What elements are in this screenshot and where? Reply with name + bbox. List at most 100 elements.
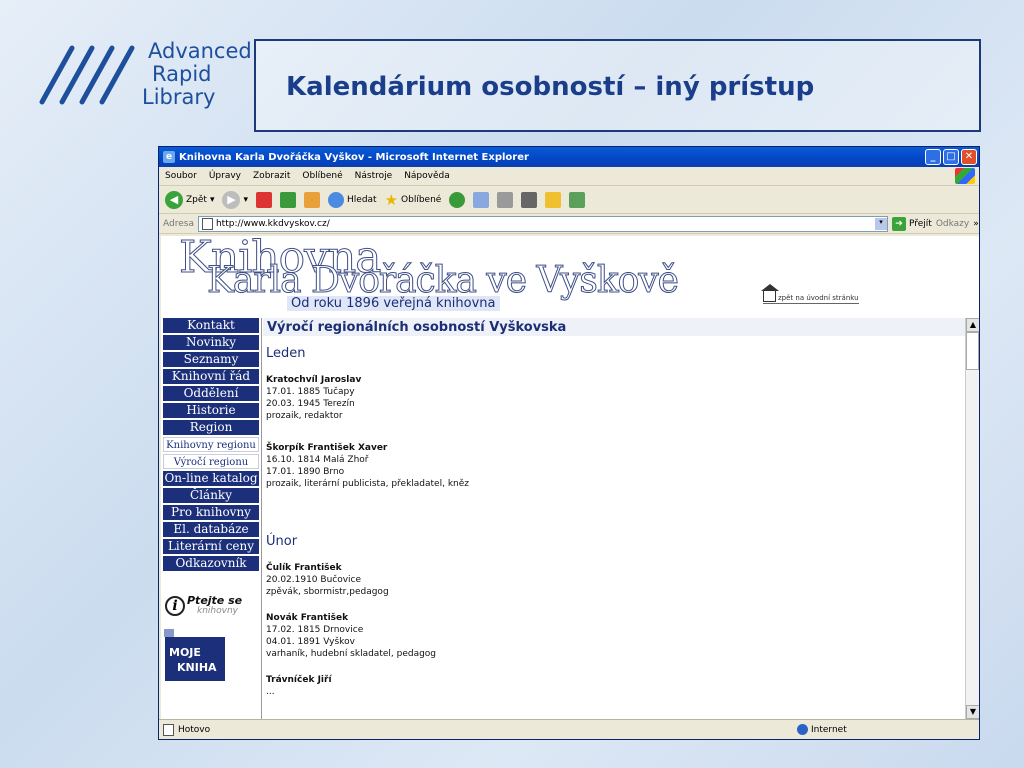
status-bar: Hotovo Internet <box>159 719 979 739</box>
person-line: 20.03. 1945 Terezín <box>266 399 355 409</box>
windows-logo-icon <box>955 168 975 184</box>
person-line: 16.10. 1814 Malá Zhoř <box>266 455 369 465</box>
ptejte-se-banner[interactable]: i Ptejte se knihovny <box>165 595 261 617</box>
nav-oddeleni[interactable]: Oddělení <box>163 386 259 401</box>
person-line: ... <box>266 687 275 697</box>
page-content: Výročí regionálních osobností Vyškovska … <box>263 318 965 719</box>
forward-button[interactable]: ▶ ▾ <box>222 190 248 209</box>
menu-napoveda[interactable]: Nápověda <box>404 171 450 181</box>
address-input[interactable]: http://www.kkdvyskov.cz/ ▾ <box>197 215 888 232</box>
scroll-down-icon[interactable]: ▼ <box>966 705 979 719</box>
scroll-up-icon[interactable]: ▲ <box>966 318 979 332</box>
moje-kniha-banner[interactable]: MOJE KNIHA <box>164 629 225 681</box>
person-line: 17.02. 1815 Drnovice <box>266 625 364 635</box>
menu-oblibene[interactable]: Oblíbené <box>302 171 342 181</box>
slide-title-box: Kalendárium osobností – iný prístup <box>254 39 981 132</box>
nav-knihovni-rad[interactable]: Knihovní řád <box>163 369 259 384</box>
arl-logo-stripes-icon <box>39 45 135 105</box>
nav-vyroci-regionu[interactable]: Výročí regionu <box>163 454 259 469</box>
nav-el-databaze[interactable]: El. databáze <box>163 522 259 537</box>
nav-pro-knihovny[interactable]: Pro knihovny <box>163 505 259 520</box>
minimize-button[interactable]: _ <box>925 149 941 165</box>
go-arrow-icon: ➔ <box>891 216 906 231</box>
page-heading: Výročí regionálních osobností Vyškovska <box>263 318 965 336</box>
toolbar: ◀ Zpět ▾ ▶ ▾ Hledat ★ Oblíbené <box>159 186 979 214</box>
person-name: Škorpík František Xaver <box>266 443 388 453</box>
nav-novinky[interactable]: Novinky <box>163 335 259 350</box>
person-line: 20.02.1910 Bučovice <box>266 575 362 585</box>
nav-kontakt[interactable]: Kontakt <box>163 318 259 333</box>
person-name: Čulík František <box>266 563 342 573</box>
home-link-label: zpět na úvodní stránku <box>778 294 859 302</box>
forward-arrow-icon: ▶ <box>222 190 241 209</box>
back-button[interactable]: ◀ Zpět ▾ <box>165 190 214 209</box>
site-title-line-2: Karla Dvořáčka ve Vyškově <box>207 260 680 302</box>
nav-clanky[interactable]: Články <box>163 488 259 503</box>
logo-line-3: Library <box>142 85 216 109</box>
month-heading: Únor <box>266 534 298 549</box>
scroll-thumb[interactable] <box>966 332 979 370</box>
menu-zobrazit[interactable]: Zobrazit <box>253 171 290 181</box>
history-icon[interactable] <box>449 191 466 208</box>
favorites-button[interactable]: ★ Oblíbené <box>385 191 442 209</box>
home-link[interactable]: zpět na úvodní stránku <box>761 284 859 304</box>
person-entry: Škorpík František Xaver 16.10. 1814 Malá… <box>266 442 965 490</box>
page-icon <box>201 217 213 230</box>
person-line: prozaik, literární publicista, překladat… <box>266 479 469 489</box>
nav-literarni-ceny[interactable]: Literární ceny <box>163 539 259 554</box>
mail-icon[interactable] <box>473 191 490 208</box>
close-button[interactable]: ✕ <box>961 149 977 165</box>
person-entry: Kratochvíl Jaroslav 17.01. 1885 Tučapy 2… <box>266 374 965 422</box>
moje-line-2: KNIHA <box>177 661 217 674</box>
zone-label: Internet <box>811 724 847 735</box>
person-entry: Novák František 17.02. 1815 Drnovice 04.… <box>266 612 965 660</box>
nav-online-katalog[interactable]: On-line katalog <box>163 471 259 486</box>
ptejte-sub: knihovny <box>197 606 238 616</box>
menu-upravy[interactable]: Úpravy <box>209 171 241 181</box>
nav-odkazovnik[interactable]: Odkazovník <box>163 556 259 571</box>
vertical-scrollbar[interactable]: ▲ ▼ <box>965 318 979 719</box>
back-label: Zpět <box>186 194 207 205</box>
browser-window: e Knihovna Karla Dvořáčka Vyškov - Micro… <box>158 146 980 740</box>
stop-icon[interactable] <box>256 191 273 208</box>
home-icon[interactable] <box>304 191 321 208</box>
address-value: http://www.kkdvyskov.cz/ <box>215 218 330 229</box>
chevron-right-icon[interactable]: » <box>973 219 979 229</box>
month-heading: Leden <box>266 346 306 361</box>
person-line: 17.01. 1885 Tučapy <box>266 387 355 397</box>
address-bar: Adresa http://www.kkdvyskov.cz/ ▾ ➔ Přej… <box>159 214 979 234</box>
star-icon: ★ <box>384 190 399 209</box>
status-text: Hotovo <box>178 724 211 735</box>
menu-soubor[interactable]: Soubor <box>165 171 197 181</box>
nav-region[interactable]: Region <box>163 420 259 435</box>
person-name: Kratochvíl Jaroslav <box>266 375 362 385</box>
logo-line-1: Advanced <box>148 39 252 63</box>
menu-nastroje[interactable]: Nástroje <box>355 171 393 181</box>
search-label: Hledat <box>347 194 377 205</box>
nav-knihovny-regionu[interactable]: Knihovny regionu <box>163 437 259 452</box>
dropdown-icon[interactable]: ▾ <box>874 217 887 230</box>
arl-logo: Advanced Rapid Library <box>36 40 252 110</box>
security-zone: Internet <box>797 724 847 735</box>
person-line: prozaik, redaktor <box>266 411 343 421</box>
back-arrow-icon: ◀ <box>165 190 183 209</box>
print-icon[interactable] <box>497 191 514 208</box>
address-label: Adresa <box>163 218 194 229</box>
window-title: Knihovna Karla Dvořáčka Vyškov - Microso… <box>179 151 529 163</box>
person-line: varhaník, hudební skladatel, pedagog <box>266 649 437 659</box>
go-label: Přejít <box>908 218 932 229</box>
person-name: Novák František <box>266 613 349 623</box>
nav-historie[interactable]: Historie <box>163 403 259 418</box>
search-button[interactable]: Hledat <box>328 191 377 208</box>
folder-icon[interactable] <box>545 191 562 208</box>
window-titlebar[interactable]: e Knihovna Karla Dvořáčka Vyškov - Micro… <box>159 147 979 167</box>
nav-seznamy[interactable]: Seznamy <box>163 352 259 367</box>
maximize-button[interactable]: □ <box>943 149 959 165</box>
refresh-icon[interactable] <box>280 191 297 208</box>
go-button[interactable]: ➔ Přejít <box>891 216 932 231</box>
edit-icon[interactable] <box>521 191 538 208</box>
page-status-icon <box>163 723 174 736</box>
messenger-icon[interactable] <box>569 191 586 208</box>
links-label[interactable]: Odkazy <box>936 219 969 229</box>
person-name: Trávníček Jiří <box>266 675 332 685</box>
